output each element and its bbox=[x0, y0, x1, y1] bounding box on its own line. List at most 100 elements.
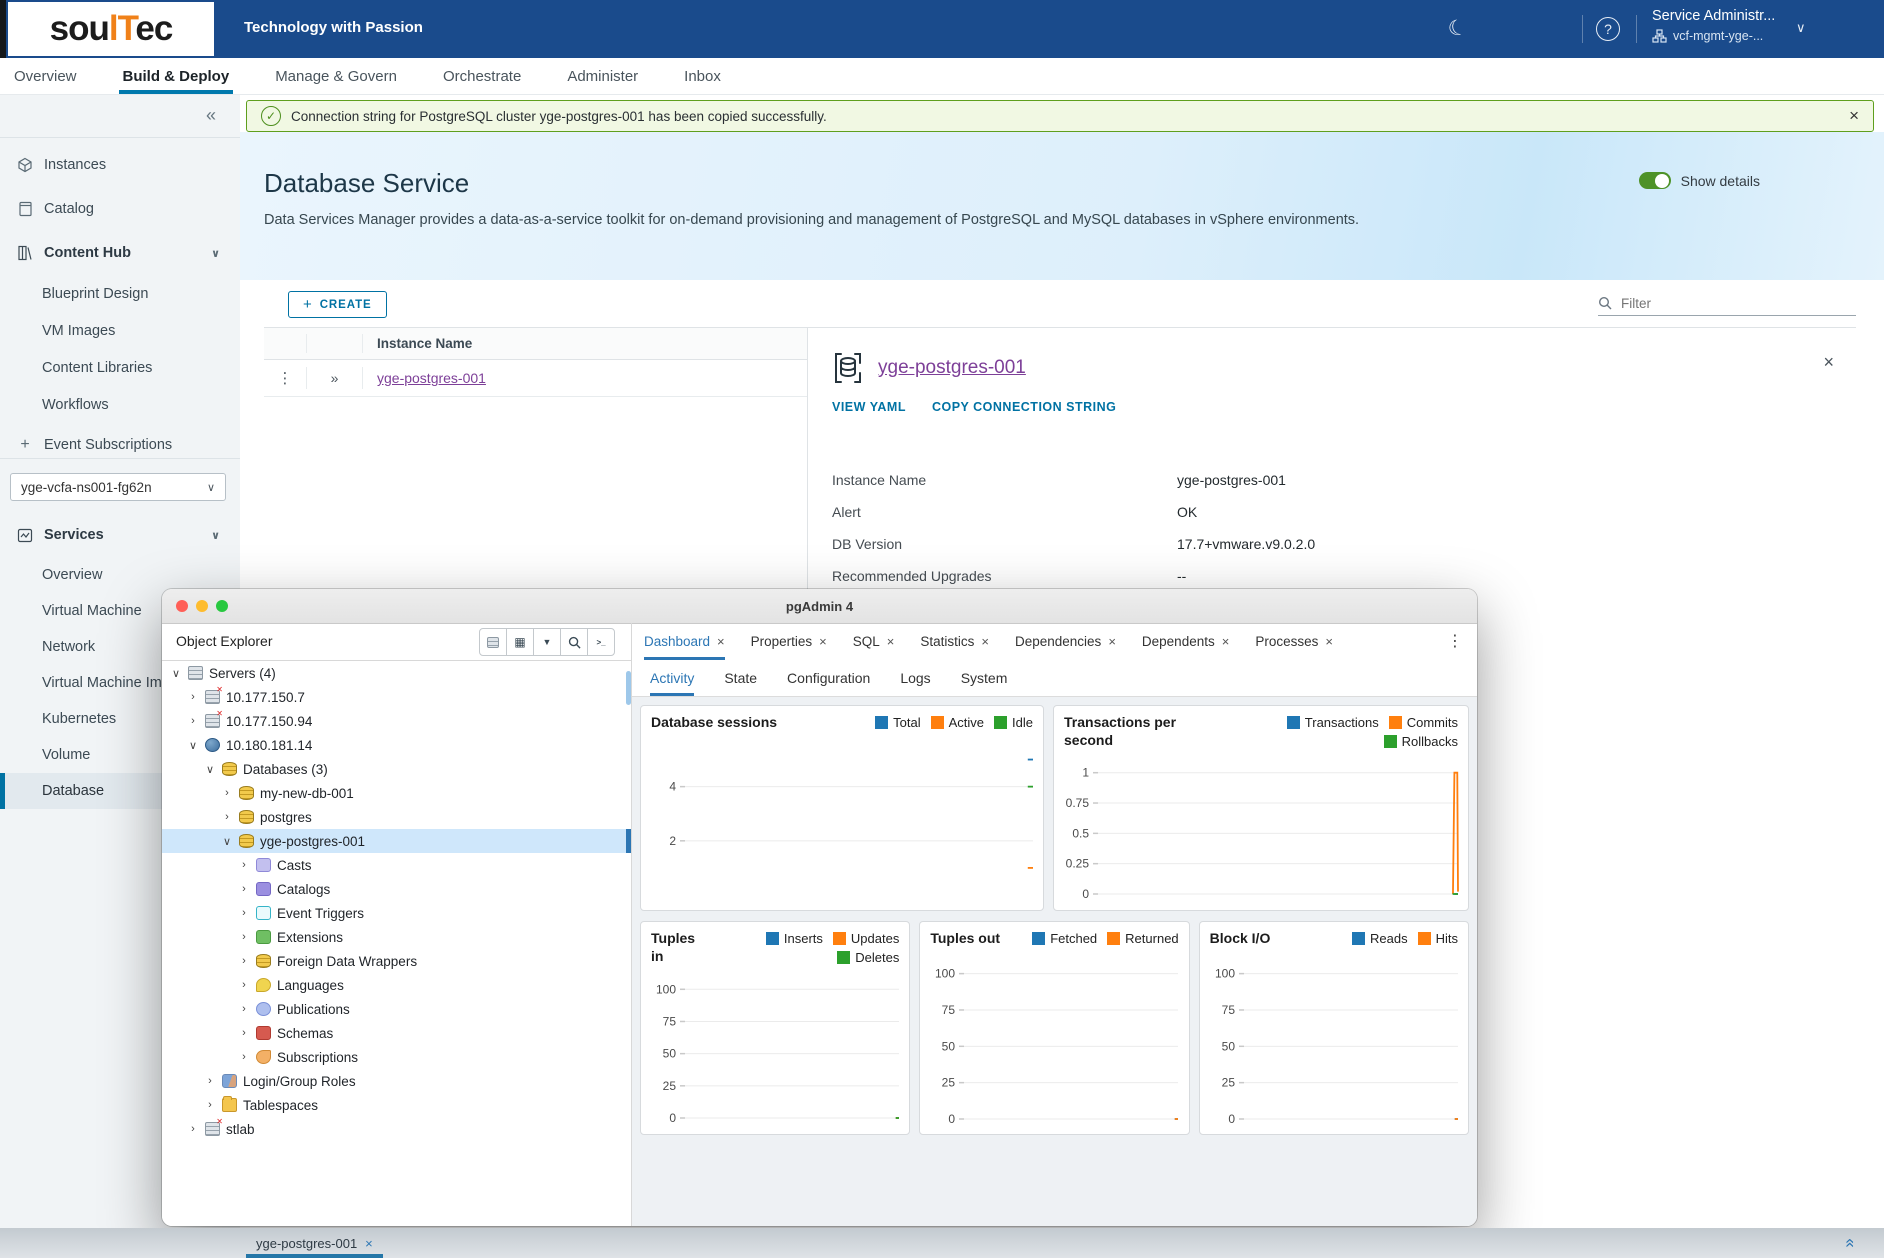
tab-processes[interactable]: Processes× bbox=[1255, 623, 1333, 660]
table-row[interactable]: ⋮ » yge-postgres-001 bbox=[264, 360, 807, 397]
tab-dependencies[interactable]: Dependencies× bbox=[1015, 623, 1116, 660]
close-window-button[interactable] bbox=[176, 600, 188, 612]
filter-field[interactable] bbox=[1598, 291, 1856, 316]
filter-input[interactable] bbox=[1619, 295, 1823, 312]
subtab-configuration[interactable]: Configuration bbox=[787, 660, 870, 696]
banner-close-icon[interactable]: × bbox=[1849, 106, 1859, 126]
nav-tab-manage-govern[interactable]: Manage & Govern bbox=[275, 58, 397, 94]
help-icon[interactable]: ? bbox=[1596, 17, 1620, 41]
create-button[interactable]: + CREATE bbox=[288, 291, 387, 318]
nav-tab-overview[interactable]: Overview bbox=[14, 58, 77, 94]
show-details-toggle[interactable] bbox=[1639, 172, 1671, 189]
svg-text:100: 100 bbox=[656, 982, 676, 996]
svg-text:75: 75 bbox=[1221, 1002, 1235, 1016]
tree-item-databases[interactable]: ∨Databases (3) bbox=[162, 757, 631, 781]
pgadmin-window[interactable]: pgAdmin 4 Object Explorer ▦ ▼ >_ Dashboa… bbox=[162, 589, 1477, 1226]
user-menu[interactable]: Service Administr... vcf-mgmt-yge-... bbox=[1652, 8, 1775, 43]
tree-item-casts[interactable]: ›Casts bbox=[162, 853, 631, 877]
sidebar-group-content-hub[interactable]: Content Hub ∨ bbox=[0, 231, 240, 275]
copy-connection-string-button[interactable]: COPY CONNECTION STRING bbox=[932, 400, 1116, 414]
sidebar-group-services[interactable]: Services ∨ bbox=[0, 513, 240, 557]
grid-view-icon[interactable]: ▦ bbox=[506, 628, 534, 656]
nav-tab-administer[interactable]: Administer bbox=[567, 58, 638, 94]
expand-up-icon[interactable]: « bbox=[1840, 1238, 1860, 1245]
tree-item-subscriptions[interactable]: ›Subscriptions bbox=[162, 1045, 631, 1069]
top-nav: Overview Build & Deploy Manage & Govern … bbox=[0, 58, 1884, 95]
column-instance-name[interactable]: Instance Name bbox=[363, 336, 472, 351]
sidebar-item-services-overview[interactable]: Overview bbox=[0, 557, 240, 593]
sidebar-item-event-subscriptions[interactable]: + Event Subscriptions bbox=[0, 423, 240, 467]
close-icon[interactable]: × bbox=[365, 1236, 373, 1251]
tree-item-schemas[interactable]: ›Schemas bbox=[162, 1021, 631, 1045]
minimize-window-button[interactable] bbox=[196, 600, 208, 612]
server-activity-icon[interactable] bbox=[479, 628, 507, 656]
tab-dependents[interactable]: Dependents× bbox=[1142, 623, 1229, 660]
close-icon[interactable]: × bbox=[981, 634, 989, 649]
tab-properties[interactable]: Properties× bbox=[751, 623, 827, 660]
server-disconnected-icon bbox=[205, 690, 220, 704]
tab-sql[interactable]: SQL× bbox=[853, 623, 895, 660]
subtab-activity[interactable]: Activity bbox=[650, 660, 694, 696]
chevron-down-icon[interactable]: ∨ bbox=[211, 247, 220, 260]
tab-statistics[interactable]: Statistics× bbox=[920, 623, 989, 660]
dark-mode-icon[interactable]: ☾ bbox=[1445, 14, 1470, 43]
subtab-system[interactable]: System bbox=[961, 660, 1008, 696]
window-titlebar[interactable]: pgAdmin 4 bbox=[162, 589, 1477, 624]
close-icon[interactable]: × bbox=[717, 634, 725, 649]
nav-tab-orchestrate[interactable]: Orchestrate bbox=[443, 58, 521, 94]
sidebar-collapse-icon[interactable]: « bbox=[206, 105, 216, 126]
tree-item-server[interactable]: ›stlab bbox=[162, 1117, 631, 1141]
tree-scrollbar[interactable] bbox=[626, 671, 631, 705]
tab-dashboard[interactable]: Dashboard× bbox=[644, 623, 725, 660]
sidebar-item-vm-images[interactable]: VM Images bbox=[0, 312, 240, 349]
close-icon[interactable]: × bbox=[1108, 634, 1116, 649]
subtab-state[interactable]: State bbox=[724, 660, 757, 696]
search-icon[interactable] bbox=[560, 628, 588, 656]
tree-item-database[interactable]: ›postgres bbox=[162, 805, 631, 829]
sidebar-item-workflows[interactable]: Workflows bbox=[0, 386, 240, 423]
close-icon[interactable]: × bbox=[819, 634, 827, 649]
sidebar-item-blueprint-design[interactable]: Blueprint Design bbox=[0, 275, 240, 312]
tree-item-event-triggers[interactable]: ›Event Triggers bbox=[162, 901, 631, 925]
tree-item-server[interactable]: ›10.177.150.94 bbox=[162, 709, 631, 733]
expand-row-icon[interactable]: » bbox=[331, 370, 339, 386]
zoom-window-button[interactable] bbox=[216, 600, 228, 612]
subtab-logs[interactable]: Logs bbox=[900, 660, 930, 696]
chevron-down-icon[interactable]: ∨ bbox=[211, 529, 220, 542]
close-icon[interactable]: × bbox=[1325, 634, 1333, 649]
chevron-down-icon[interactable]: ∨ bbox=[1796, 20, 1806, 36]
sidebar-item-instances[interactable]: Instances bbox=[0, 143, 240, 187]
terminal-icon[interactable]: >_ bbox=[587, 628, 615, 656]
tree-item-tablespaces[interactable]: ›Tablespaces bbox=[162, 1093, 631, 1117]
panel-close-icon[interactable]: × bbox=[1823, 352, 1834, 373]
row-actions-icon[interactable]: ⋮ bbox=[278, 369, 293, 387]
tree-item-fdw[interactable]: ›Foreign Data Wrappers bbox=[162, 949, 631, 973]
view-yaml-button[interactable]: VIEW YAML bbox=[832, 400, 906, 414]
tree-item-catalogs[interactable]: ›Catalogs bbox=[162, 877, 631, 901]
project-selector[interactable]: yge-vcfa-ns001-fg62n ∨ bbox=[10, 473, 226, 501]
sidebar-item-content-libraries[interactable]: Content Libraries bbox=[0, 349, 240, 386]
tree-item-server[interactable]: ›10.177.150.7 bbox=[162, 685, 631, 709]
instance-link[interactable]: yge-postgres-001 bbox=[377, 370, 486, 386]
success-banner: ✓ Connection string for PostgreSQL clust… bbox=[246, 100, 1874, 132]
tree-item-database-selected[interactable]: ∨yge-postgres-001 bbox=[162, 829, 631, 853]
bottom-tab-instance[interactable]: yge-postgres-001 × bbox=[246, 1228, 383, 1258]
chart-transactions-per-second: Transactions per secondTransactionsCommi… bbox=[1053, 705, 1469, 911]
close-icon[interactable]: × bbox=[1222, 634, 1230, 649]
tree-item-publications[interactable]: ›Publications bbox=[162, 997, 631, 1021]
tree-item-languages[interactable]: ›Languages bbox=[162, 973, 631, 997]
tree-item-server[interactable]: ∨10.180.181.14 bbox=[162, 733, 631, 757]
detail-title-link[interactable]: yge-postgres-001 bbox=[878, 357, 1026, 379]
close-icon[interactable]: × bbox=[887, 634, 895, 649]
tree-item-database[interactable]: ›my-new-db-001 bbox=[162, 781, 631, 805]
dashboard-subtabs: Activity State Configuration Logs System bbox=[632, 660, 1477, 697]
chart-title: Block I/O bbox=[1210, 930, 1271, 948]
filter-icon[interactable]: ▼ bbox=[533, 628, 561, 656]
nav-tab-build-deploy[interactable]: Build & Deploy bbox=[123, 58, 230, 94]
nav-tab-inbox[interactable]: Inbox bbox=[684, 58, 721, 94]
sidebar-item-catalog[interactable]: Catalog bbox=[0, 187, 240, 231]
tree-item-servers[interactable]: ∨Servers (4) bbox=[162, 661, 631, 685]
tree-item-login-group-roles[interactable]: ›Login/Group Roles bbox=[162, 1069, 631, 1093]
tree-item-extensions[interactable]: ›Extensions bbox=[162, 925, 631, 949]
tab-menu-icon[interactable]: ⋮ bbox=[1447, 631, 1463, 651]
